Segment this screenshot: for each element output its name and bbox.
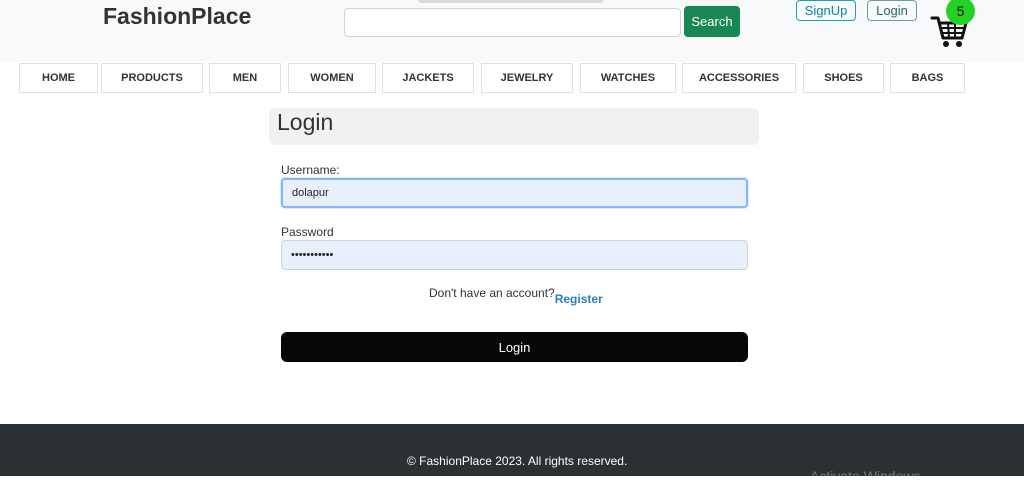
nav-item-home[interactable]: HOME (19, 63, 98, 93)
footer-copyright: © FashionPlace 2023. All rights reserved… (407, 454, 628, 468)
nav-item-accessories[interactable]: ACCESSORIES (682, 63, 796, 93)
category-nav: HOME PRODUCTS MEN WOMEN JACKETS JEWELRY … (0, 62, 1024, 94)
nav-item-jewelry[interactable]: JEWELRY (481, 63, 573, 93)
nav-item-men[interactable]: MEN (209, 63, 281, 93)
register-prompt: Don't have an account?Register (429, 286, 603, 306)
windows-watermark: Activate Windows (810, 468, 921, 484)
login-title-box: Login (269, 108, 759, 145)
cart-count-badge[interactable]: 5 (946, 0, 975, 25)
header-login-button[interactable]: Login (867, 0, 917, 21)
username-field[interactable]: dolapur (281, 178, 748, 208)
password-field[interactable]: ••••••••••• (281, 240, 748, 270)
search-button-label: Search (691, 14, 733, 29)
nav-item-women[interactable]: WOMEN (288, 63, 376, 93)
page-title: Login (277, 109, 334, 135)
nav-item-jackets[interactable]: JACKETS (382, 63, 474, 93)
username-label: Username: (281, 163, 340, 177)
header-decoration (418, 0, 604, 3)
nav-item-shoes[interactable]: SHOES (803, 63, 884, 93)
login-submit-button[interactable]: Login (281, 332, 748, 362)
search-button[interactable]: Search (684, 6, 740, 37)
signup-button[interactable]: SignUp (796, 0, 856, 21)
register-link[interactable]: Register (555, 292, 603, 306)
search-input[interactable] (344, 8, 681, 37)
password-label: Password (281, 225, 334, 239)
no-account-text: Don't have an account? (429, 286, 555, 300)
brand-logo[interactable]: FashionPlace (103, 3, 251, 30)
nav-item-watches[interactable]: WATCHES (580, 63, 676, 93)
nav-item-products[interactable]: PRODUCTS (101, 63, 203, 93)
site-footer: © FashionPlace 2023. All rights reserved… (0, 424, 1024, 484)
site-header: FashionPlace Search SignUp Login 5 (0, 0, 1024, 62)
nav-item-bags[interactable]: BAGS (890, 63, 965, 93)
